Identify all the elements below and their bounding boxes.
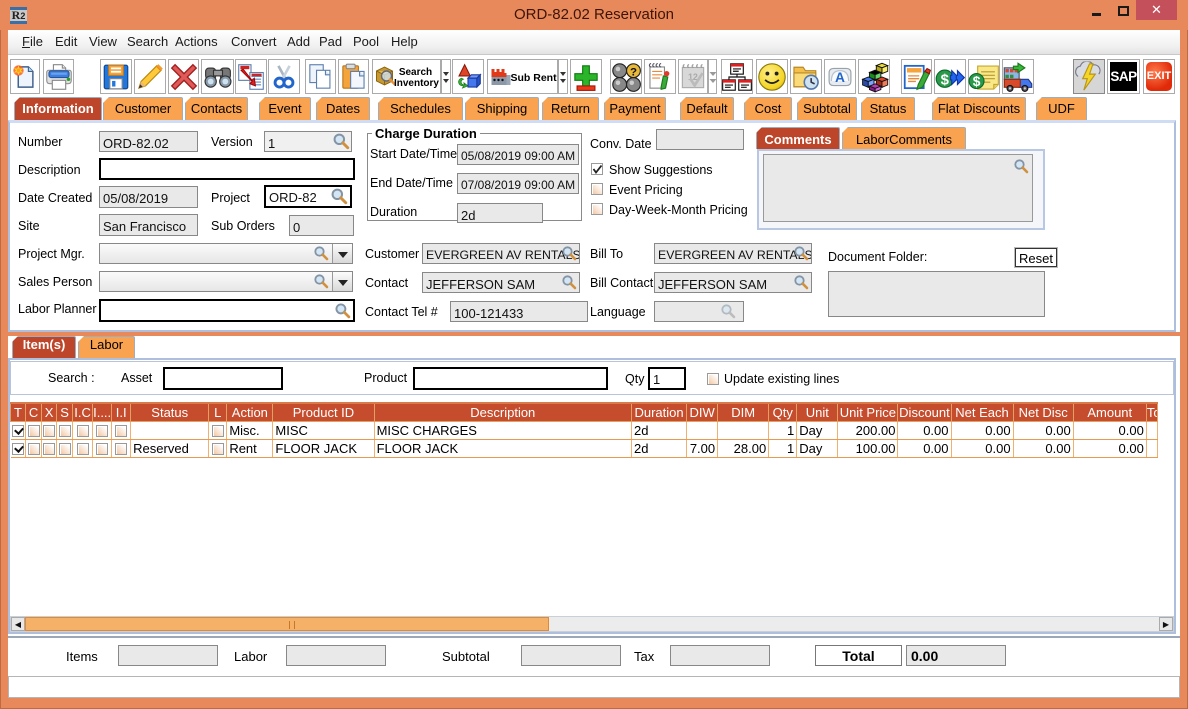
svg-text:Inventory: Inventory xyxy=(393,78,438,89)
svg-text:Sub Rent: Sub Rent xyxy=(510,72,557,84)
svg-text:$: $ xyxy=(973,74,981,89)
svg-text:$: $ xyxy=(941,71,950,88)
svg-text:?: ? xyxy=(630,66,637,78)
svg-text:Search: Search xyxy=(398,67,431,78)
svg-text:A: A xyxy=(835,70,845,85)
